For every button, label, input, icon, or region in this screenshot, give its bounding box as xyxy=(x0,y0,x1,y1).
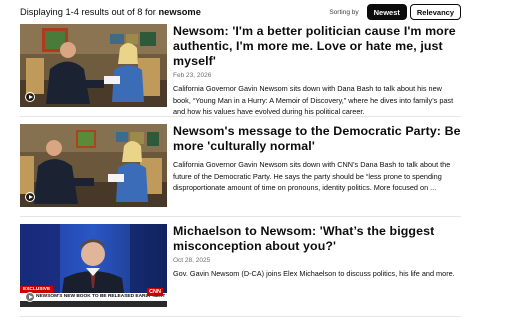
search-result-card[interactable]: Newsom: 'I'm a better politician cause I… xyxy=(20,24,461,116)
video-thumbnail[interactable] xyxy=(20,124,167,207)
result-date: Feb 23, 2026 xyxy=(173,72,212,79)
divider xyxy=(20,216,461,217)
result-text: Newsom's message to the Democratic Party… xyxy=(173,124,461,194)
search-result-card[interactable]: Newsom's message to the Democratic Party… xyxy=(20,124,461,214)
video-thumbnail[interactable] xyxy=(20,24,167,107)
play-icon xyxy=(25,292,35,302)
result-description: California Governor Gavin Newsom sits do… xyxy=(173,84,454,116)
search-result-card[interactable]: EXCLUSIVE NEWSOM'S NEW BOOK TO BE RELEAS… xyxy=(20,224,461,314)
result-title[interactable]: Newsom: 'I'm a better politician cause I… xyxy=(173,24,461,69)
result-description: Gov. Gavin Newsom (D-CA) joins Elex Mich… xyxy=(173,269,455,278)
result-text: Newsom: 'I'm a better politician cause I… xyxy=(173,24,461,118)
results-summary-text: Displaying 1-4 results out of 8 for xyxy=(20,7,156,17)
result-title[interactable]: Michaelson to Newsom: 'What’s the bigges… xyxy=(173,224,461,254)
sort-relevancy-button[interactable]: Relevancy xyxy=(409,4,461,20)
ticker-bottom-bar xyxy=(20,301,167,307)
result-date: Oct 28, 2025 xyxy=(173,257,211,264)
sort-newest-button[interactable]: Newest xyxy=(366,4,407,20)
result-description: California Governor Gavin Newsom sits do… xyxy=(173,160,451,192)
network-logo: CNN xyxy=(147,288,163,296)
results-summary: Displaying 1-4 results out of 8 for news… xyxy=(20,7,201,17)
result-text: Michaelson to Newsom: 'What’s the bigges… xyxy=(173,224,461,280)
interview-thumbnail-icon xyxy=(20,124,167,207)
divider xyxy=(20,316,461,317)
video-thumbnail[interactable]: EXCLUSIVE NEWSOM'S NEW BOOK TO BE RELEAS… xyxy=(20,224,167,307)
exclusive-tag: EXCLUSIVE xyxy=(20,286,54,293)
search-query: newsome xyxy=(158,7,201,17)
result-title[interactable]: Newsom's message to the Democratic Party… xyxy=(173,124,461,154)
play-icon xyxy=(25,192,35,202)
divider xyxy=(20,116,461,117)
sort-controls: Sorting by Newest Relevancy xyxy=(329,4,461,20)
news-ticker: NEWSOM'S NEW BOOK TO BE RELEASED EARLY N… xyxy=(20,293,167,301)
interview-thumbnail-icon xyxy=(20,24,167,107)
sort-label: Sorting by xyxy=(329,8,359,16)
play-icon xyxy=(25,92,35,102)
results-toolbar: Displaying 1-4 results out of 8 for news… xyxy=(20,4,461,20)
